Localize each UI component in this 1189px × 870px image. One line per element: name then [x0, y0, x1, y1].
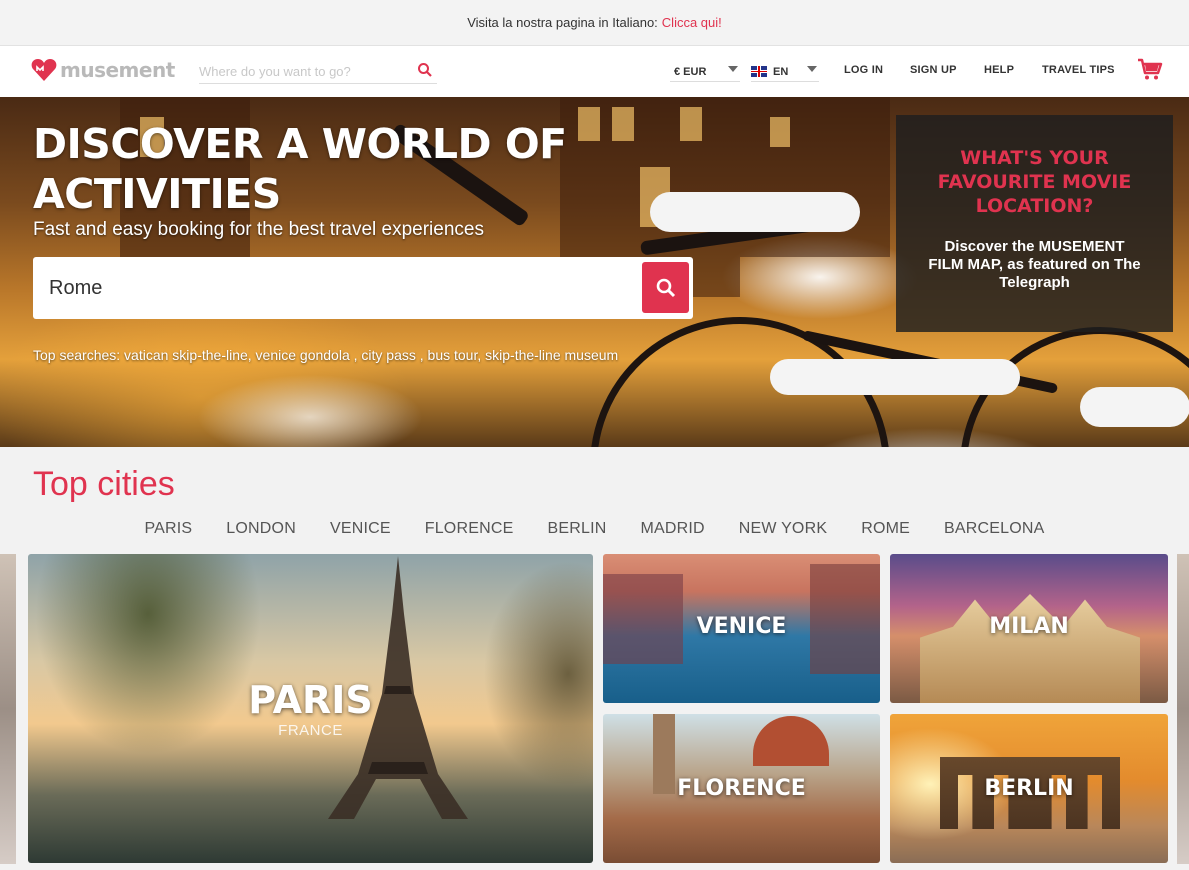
snow-on-basket — [1080, 387, 1189, 427]
city-card-berlin[interactable]: BERLIN — [890, 714, 1168, 863]
city-card-name: MILAN — [989, 614, 1069, 639]
hero-search-input[interactable] — [49, 273, 639, 303]
city-card-milan[interactable]: MILAN — [890, 554, 1168, 703]
snow-on-saddle — [650, 192, 860, 232]
city-card-paris[interactable]: PARIS FRANCE — [28, 554, 593, 863]
promo-title: WHAT'S YOUR FAVOURITE MOVIE LOCATION? — [937, 147, 1132, 217]
hero-window — [770, 117, 790, 147]
search-icon[interactable] — [417, 62, 433, 78]
city-tab-venice[interactable]: VENICE — [313, 520, 408, 538]
hero-title: DISCOVER A WORLD OF ACTIVITIES — [33, 120, 567, 218]
carousel-prev-peek[interactable] — [0, 554, 16, 864]
language-select[interactable]: EN — [751, 62, 819, 82]
chevron-down-icon — [728, 66, 738, 72]
header-search — [199, 60, 437, 84]
travel-tips-link[interactable]: TRAVEL TIPS — [1042, 64, 1115, 76]
city-tab-new-york[interactable]: NEW YORK — [722, 520, 844, 538]
uk-flag-icon — [751, 66, 767, 77]
language-banner-text: Visita la nostra pagina in Italiano: — [467, 15, 658, 30]
header-search-input[interactable] — [199, 60, 409, 82]
login-link[interactable]: LOG IN — [844, 64, 883, 76]
cart-icon[interactable] — [1137, 56, 1163, 82]
hero-window — [612, 107, 634, 141]
top-cities-title: Top cities — [33, 465, 175, 503]
heart-logo-icon — [31, 59, 57, 81]
city-card-country: FRANCE — [278, 722, 343, 739]
language-value: EN — [773, 65, 789, 78]
italian-page-link[interactable]: Clicca qui! — [662, 15, 722, 30]
city-card-venice[interactable]: VENICE — [603, 554, 880, 703]
carousel-next-peek[interactable] — [1177, 554, 1189, 864]
hero-search-button[interactable] — [642, 262, 689, 313]
hero-search — [33, 257, 693, 319]
top-searches[interactable]: Top searches: vatican skip-the-line, ven… — [33, 347, 618, 363]
language-banner: Visita la nostra pagina in Italiano: Cli… — [0, 0, 1189, 46]
snow-on-frame — [770, 359, 1020, 395]
hero-window — [680, 107, 702, 141]
florence-dome-illustration — [753, 716, 829, 766]
city-card-name: PARIS — [248, 678, 373, 722]
help-link[interactable]: HELP — [984, 64, 1014, 76]
milan-cathedral-illustration — [920, 594, 1140, 703]
city-tab-barcelona[interactable]: BARCELONA — [927, 520, 1062, 538]
logo-text: musement — [60, 58, 175, 82]
city-card-name: BERLIN — [984, 776, 1074, 801]
currency-value: € EUR — [674, 65, 707, 78]
search-icon — [656, 278, 675, 297]
city-tab-london[interactable]: LONDON — [209, 520, 313, 538]
hero-subtitle: Fast and easy booking for the best trave… — [33, 219, 484, 240]
promo-text: Discover the MUSEMENT FILM MAP, as featu… — [928, 238, 1141, 291]
city-card-florence[interactable]: FLORENCE — [603, 714, 880, 863]
hero-banner: DISCOVER A WORLD OF ACTIVITIES Fast and … — [0, 97, 1189, 447]
city-card-name: FLORENCE — [677, 776, 806, 801]
currency-select[interactable]: € EUR — [670, 62, 740, 82]
signup-link[interactable]: SIGN UP — [910, 64, 957, 76]
city-tab-florence[interactable]: FLORENCE — [408, 520, 531, 538]
city-tab-berlin[interactable]: BERLIN — [530, 520, 623, 538]
city-tab-madrid[interactable]: MADRID — [623, 520, 721, 538]
city-tab-rome[interactable]: ROME — [844, 520, 927, 538]
city-tab-paris[interactable]: PARIS — [127, 520, 209, 538]
chevron-down-icon — [807, 66, 817, 72]
city-card-name: VENICE — [696, 614, 787, 639]
film-map-promo[interactable]: WHAT'S YOUR FAVOURITE MOVIE LOCATION? Di… — [896, 115, 1173, 332]
top-cities-tabs: PARIS LONDON VENICE FLORENCE BERLIN MADR… — [0, 520, 1189, 538]
logo[interactable]: musement — [31, 57, 175, 83]
site-header: musement € EUR EN LOG IN SIGN UP HELP TR… — [0, 46, 1189, 97]
